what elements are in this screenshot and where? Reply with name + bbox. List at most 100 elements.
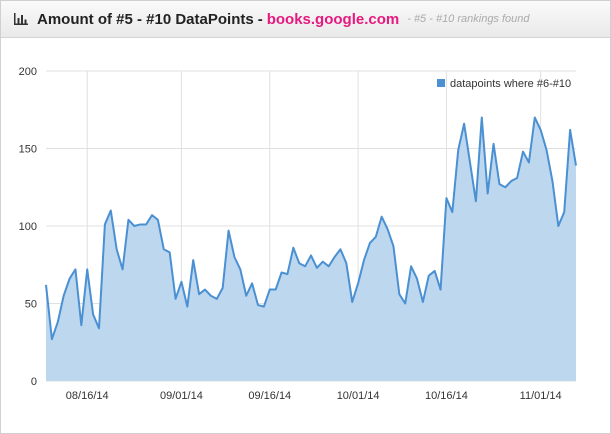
data-point[interactable] xyxy=(380,215,384,219)
data-point[interactable] xyxy=(344,261,348,265)
x-tick-label: 08/16/14 xyxy=(66,390,109,402)
data-point[interactable] xyxy=(415,277,419,281)
data-point[interactable] xyxy=(109,209,113,213)
site-link[interactable]: books.google.com xyxy=(267,11,400,28)
data-point[interactable] xyxy=(444,196,448,200)
data-point[interactable] xyxy=(562,210,566,214)
data-point[interactable] xyxy=(291,246,295,250)
y-tick-label: 50 xyxy=(25,299,37,311)
data-point[interactable] xyxy=(150,213,154,217)
data-point[interactable] xyxy=(79,323,83,327)
data-point[interactable] xyxy=(439,288,443,292)
data-point[interactable] xyxy=(221,286,225,290)
data-point[interactable] xyxy=(391,244,395,248)
data-point[interactable] xyxy=(545,148,549,152)
data-point[interactable] xyxy=(115,247,119,251)
data-point[interactable] xyxy=(362,258,366,262)
data-point[interactable] xyxy=(132,224,136,228)
data-point[interactable] xyxy=(232,255,236,259)
data-point[interactable] xyxy=(433,269,437,273)
data-point[interactable] xyxy=(368,241,372,245)
data-point[interactable] xyxy=(515,176,519,180)
data-point[interactable] xyxy=(144,222,148,226)
bar-chart-icon xyxy=(13,12,29,26)
legend[interactable]: datapoints where #6-#10 xyxy=(437,78,571,90)
data-point[interactable] xyxy=(209,294,213,298)
data-point[interactable] xyxy=(450,210,454,214)
data-point[interactable] xyxy=(386,227,390,231)
data-point[interactable] xyxy=(62,294,66,298)
data-point[interactable] xyxy=(203,288,207,292)
data-point[interactable] xyxy=(138,222,142,226)
chart-header: Amount of #5 - #10 DataPoints - books.go… xyxy=(1,1,610,38)
data-point[interactable] xyxy=(285,272,289,276)
data-point[interactable] xyxy=(350,300,354,304)
data-point[interactable] xyxy=(474,199,478,203)
data-point[interactable] xyxy=(97,326,101,330)
data-point[interactable] xyxy=(44,283,48,287)
data-point[interactable] xyxy=(162,247,166,251)
data-point[interactable] xyxy=(126,218,130,222)
data-point[interactable] xyxy=(503,185,507,189)
data-point[interactable] xyxy=(303,264,307,268)
data-point[interactable] xyxy=(321,260,325,264)
data-point[interactable] xyxy=(91,312,95,316)
data-point[interactable] xyxy=(309,253,313,257)
data-point[interactable] xyxy=(568,128,572,132)
data-point[interactable] xyxy=(462,122,466,126)
data-point[interactable] xyxy=(103,222,107,226)
data-point[interactable] xyxy=(338,247,342,251)
data-point[interactable] xyxy=(227,229,231,233)
data-point[interactable] xyxy=(85,267,89,271)
data-point[interactable] xyxy=(533,116,537,120)
data-point[interactable] xyxy=(174,297,178,301)
data-point[interactable] xyxy=(280,271,284,275)
data-point[interactable] xyxy=(550,179,554,183)
x-tick-label: 10/01/14 xyxy=(337,390,380,402)
data-point[interactable] xyxy=(121,267,125,271)
data-point[interactable] xyxy=(262,305,266,309)
data-point[interactable] xyxy=(409,264,413,268)
data-point[interactable] xyxy=(527,160,531,164)
data-point[interactable] xyxy=(50,337,54,341)
data-point[interactable] xyxy=(179,280,183,284)
data-point[interactable] xyxy=(250,281,254,285)
data-point[interactable] xyxy=(274,288,278,292)
data-point[interactable] xyxy=(268,288,272,292)
data-point[interactable] xyxy=(427,274,431,278)
data-point[interactable] xyxy=(73,267,77,271)
data-point[interactable] xyxy=(327,264,331,268)
data-point[interactable] xyxy=(315,266,319,270)
data-point[interactable] xyxy=(56,320,60,324)
legend-swatch xyxy=(437,79,445,87)
data-point[interactable] xyxy=(185,305,189,309)
data-point[interactable] xyxy=(215,297,219,301)
data-point[interactable] xyxy=(421,300,425,304)
data-point[interactable] xyxy=(191,258,195,262)
data-point[interactable] xyxy=(297,261,301,265)
data-point[interactable] xyxy=(244,294,248,298)
data-point[interactable] xyxy=(574,164,578,168)
data-point[interactable] xyxy=(492,142,496,146)
data-point[interactable] xyxy=(521,150,525,154)
data-point[interactable] xyxy=(333,255,337,259)
x-tick-label: 09/16/14 xyxy=(248,390,291,402)
data-point[interactable] xyxy=(556,224,560,228)
data-point[interactable] xyxy=(156,218,160,222)
data-point[interactable] xyxy=(539,128,543,132)
data-point[interactable] xyxy=(456,148,460,152)
data-point[interactable] xyxy=(168,250,172,254)
data-point[interactable] xyxy=(403,302,407,306)
data-point[interactable] xyxy=(197,292,201,296)
data-point[interactable] xyxy=(238,267,242,271)
data-point[interactable] xyxy=(356,281,360,285)
data-point[interactable] xyxy=(68,277,72,281)
data-point[interactable] xyxy=(397,292,401,296)
data-point[interactable] xyxy=(509,179,513,183)
data-point[interactable] xyxy=(486,191,490,195)
data-point[interactable] xyxy=(256,303,260,307)
data-point[interactable] xyxy=(480,116,484,120)
data-point[interactable] xyxy=(468,160,472,164)
data-point[interactable] xyxy=(497,182,501,186)
data-point[interactable] xyxy=(374,235,378,239)
